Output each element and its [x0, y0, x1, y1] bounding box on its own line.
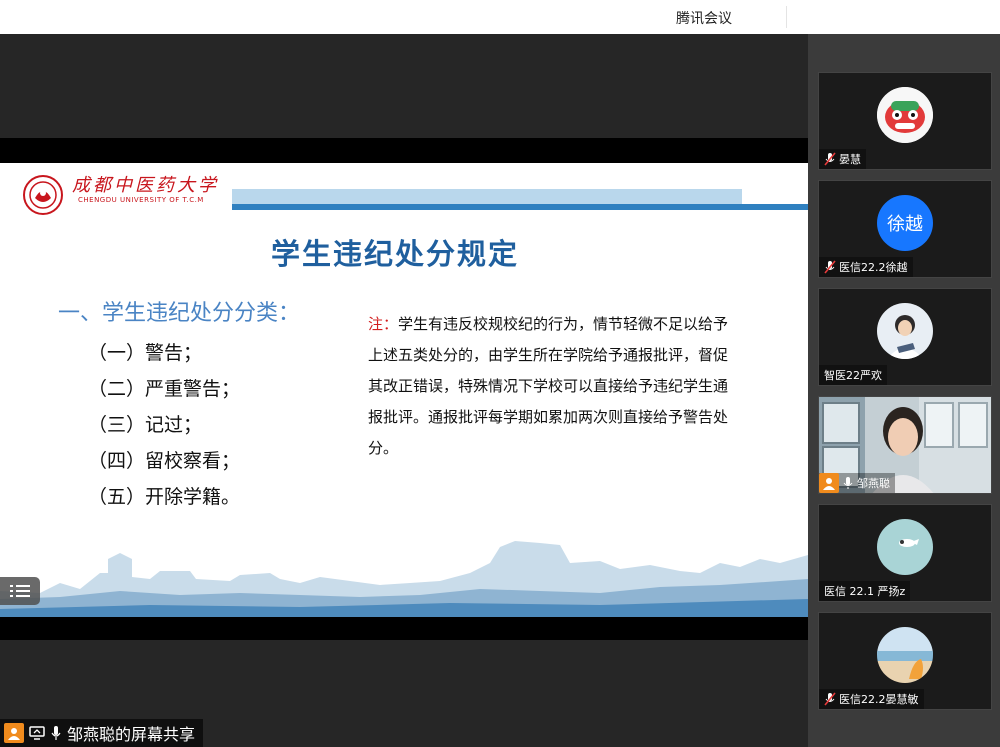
header-band-light	[232, 189, 742, 204]
participant-name: 智医22严欢	[824, 369, 882, 382]
slide-title: 学生违纪处分规定	[270, 237, 519, 271]
mic-icon	[843, 477, 853, 489]
participant-name: 医信22.2晏慧敏	[839, 693, 919, 706]
beach-photo-icon	[877, 627, 933, 683]
stage-background-top	[0, 34, 808, 138]
mic-icon	[51, 726, 61, 740]
header-band-dark	[232, 204, 808, 210]
participant-tile[interactable]: 医信 22.1 严扬z	[818, 504, 992, 602]
meeting-window: 腾讯会议 成都中医药大学 CHENGDU UNIVERSITY OF T.C.M…	[0, 0, 1000, 747]
slide-menu-button[interactable]	[0, 577, 40, 605]
avatar-initials: 徐越	[877, 195, 933, 251]
list-menu-icon	[10, 585, 30, 597]
mic-muted-icon	[824, 692, 836, 706]
university-name-cn: 成都中医药大学	[72, 175, 219, 196]
list-item: （二）严重警告；	[88, 378, 241, 400]
participant-name-bar: 医信22.2晏慧敏	[819, 689, 924, 709]
mic-muted-icon	[824, 152, 836, 166]
presenter-icon	[819, 473, 839, 493]
title-divider	[786, 6, 787, 28]
share-label-text: 邹燕聪的屏幕共享	[67, 725, 196, 744]
participant-name-bar: 晏慧	[819, 149, 866, 169]
app-title: 腾讯会议	[676, 11, 732, 27]
university-name-en: CHENGDU UNIVERSITY OF T.C.M	[78, 196, 204, 204]
bird-icon	[877, 519, 933, 575]
title-bar: 腾讯会议	[0, 0, 1000, 34]
penalty-list: （一）警告； （二）严重警告； （三）记过； （四）留校察看； （五）开除学籍。	[88, 335, 240, 515]
participant-name: 医信22.2徐越	[839, 261, 908, 274]
section-heading: 一、学生违纪处分分类：	[58, 301, 301, 326]
presenter-icon	[4, 723, 24, 743]
participant-tile[interactable]: 徐越 医信22.2徐越	[818, 180, 992, 278]
lion-dance-icon	[877, 87, 933, 143]
participant-tile[interactable]: 晏慧	[818, 72, 992, 170]
university-logo-icon	[23, 175, 63, 215]
participants-panel: 晏慧 徐越 医信22.2徐越 智医22严欢 邹燕聪 医信 22.1 严扬z 医信…	[808, 34, 1000, 747]
participant-tile[interactable]: 医信22.2晏慧敏	[818, 612, 992, 710]
participant-name-bar: 医信 22.1 严扬z	[819, 581, 911, 601]
note-paragraph: 注：学生有违反校规校纪的行为，情节轻微不足以给予上述五类处分的，由学生所在学院给…	[368, 309, 730, 464]
participant-name-bar: 智医22严欢	[819, 365, 887, 385]
screen-share-icon	[29, 726, 45, 740]
avatar: 徐越	[877, 195, 933, 251]
participant-name-bar: 医信22.2徐越	[819, 257, 913, 277]
participant-tile-video[interactable]: 邹燕聪	[818, 396, 992, 494]
participant-name: 晏慧	[839, 153, 861, 166]
participant-tile[interactable]: 智医22严欢	[818, 288, 992, 386]
note-label: 注：	[368, 315, 399, 333]
mic-muted-icon	[824, 260, 836, 274]
city-skyline-illustration	[0, 541, 808, 617]
list-item: （四）留校察看；	[88, 450, 241, 472]
list-item: （五）开除学籍。	[88, 486, 241, 508]
list-item: （三）记过；	[88, 414, 203, 436]
list-item: （一）警告；	[88, 342, 203, 364]
screen-share-label: 邹燕聪的屏幕共享	[0, 719, 204, 747]
participant-name-bar: 邹燕聪	[819, 473, 895, 493]
note-text: 学生有违反校规校纪的行为，情节轻微不足以给予上述五类处分的，由学生所在学院给予通…	[368, 315, 729, 457]
participant-name: 医信 22.1 严扬z	[824, 585, 906, 598]
participant-name: 邹燕聪	[857, 477, 890, 490]
presentation-slide: 成都中医药大学 CHENGDU UNIVERSITY OF T.C.M 学生违纪…	[0, 163, 808, 617]
photo-icon	[877, 303, 933, 359]
